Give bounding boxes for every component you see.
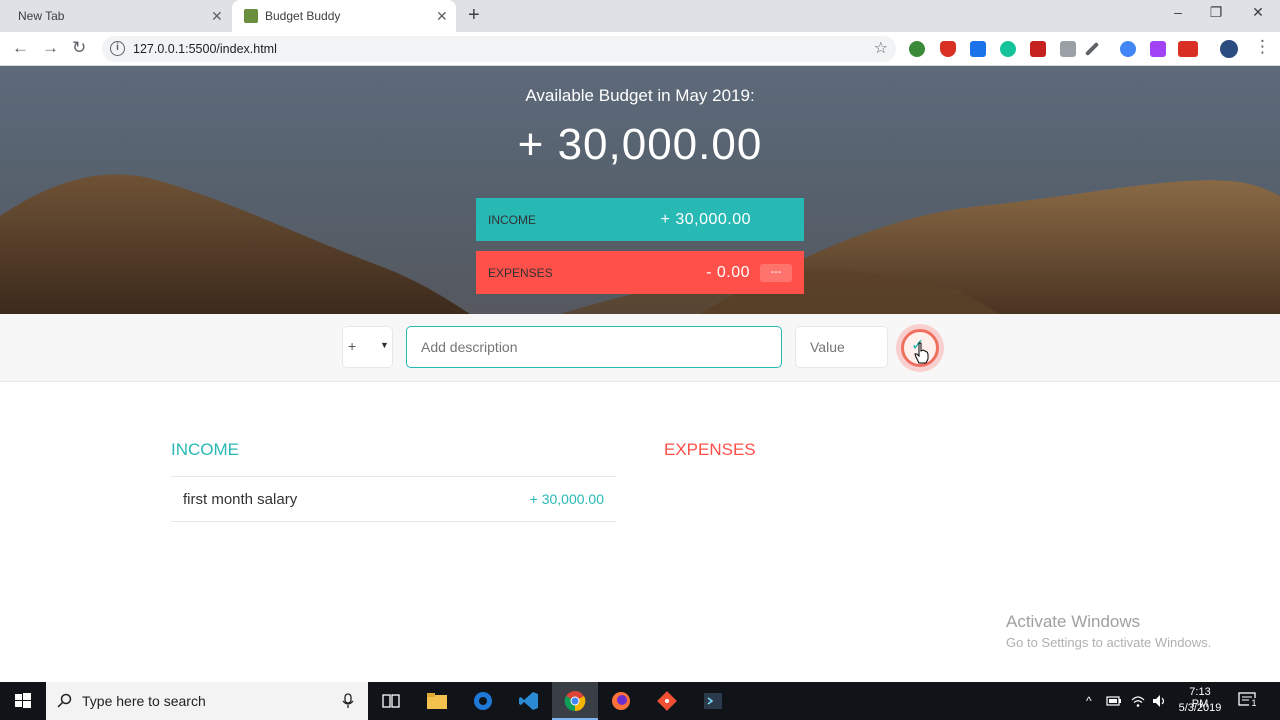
close-icon[interactable]: ✕ <box>211 8 223 25</box>
reload-icon[interactable]: ↻ <box>72 38 86 58</box>
profile-avatar[interactable] <box>1220 40 1238 58</box>
expenses-list: Expenses <box>664 440 1109 476</box>
bookmark-star-icon[interactable]: ☆ <box>874 38 888 58</box>
expenses-percentage: --- <box>760 263 792 282</box>
favicon-icon <box>244 9 258 23</box>
tray-chevron-up-icon[interactable]: ^ <box>1086 694 1092 708</box>
wifi-icon[interactable] <box>1130 694 1146 708</box>
microphone-icon[interactable] <box>342 693 354 709</box>
grammarly-icon[interactable] <box>1000 41 1016 57</box>
add-entry-bar: + ▼ ✓ <box>0 314 1280 382</box>
minimize-button[interactable]: – <box>1158 4 1198 20</box>
budget-value: + 30,000.00 <box>517 120 763 169</box>
list-item[interactable]: first month salary + 30,000.00 <box>171 476 616 522</box>
expenses-label: Expenses <box>488 265 553 280</box>
extension-icon[interactable] <box>1030 41 1046 57</box>
notification-center-button[interactable]: 1 <box>1238 692 1259 710</box>
expenses-value: - 0.00 <box>706 263 750 281</box>
activation-watermark-title: Activate Windows <box>1006 612 1141 631</box>
close-icon[interactable]: ✕ <box>436 8 448 25</box>
edge-icon[interactable] <box>472 690 494 712</box>
description-input[interactable] <box>406 326 782 368</box>
url-text: 127.0.0.1:5500/index.html <box>133 42 277 56</box>
menu-icon[interactable]: ⋮ <box>1254 37 1271 57</box>
activation-watermark-text: Go to Settings to activate Windows. <box>1006 635 1212 650</box>
vscode-icon[interactable] <box>518 690 540 712</box>
back-icon[interactable]: ← <box>12 38 29 58</box>
task-view-icon[interactable] <box>380 690 402 712</box>
tab-budget-buddy[interactable]: Budget Buddy ✕ <box>232 0 456 32</box>
search-icon <box>57 693 72 708</box>
terminal-icon[interactable] <box>702 690 724 712</box>
hand-cursor-icon <box>914 342 929 364</box>
shield-icon[interactable] <box>940 41 956 57</box>
windows-taskbar: Type here to search ^ 7:13 PM 5/3/2019 1 <box>0 682 1280 720</box>
tab-label: Budget Buddy <box>265 9 341 23</box>
extension-icon[interactable] <box>1120 41 1136 57</box>
income-list-title: Income <box>171 440 239 459</box>
file-explorer-icon[interactable] <box>426 690 448 712</box>
item-value: + 30,000.00 <box>529 491 604 507</box>
tab-new-tab[interactable]: New Tab ✕ <box>0 0 232 32</box>
address-bar[interactable]: i 127.0.0.1:5500/index.html ☆ <box>102 36 896 62</box>
search-placeholder: Type here to search <box>82 693 206 709</box>
extension-icon[interactable] <box>1150 41 1166 57</box>
income-summary: Income + 30,000.00 <box>476 198 804 241</box>
restore-button[interactable]: ❐ <box>1196 4 1236 21</box>
clock-date[interactable]: 5/3/2019 <box>1176 702 1224 714</box>
cube-icon[interactable] <box>1060 41 1076 57</box>
new-tab-button[interactable]: + <box>468 4 480 27</box>
value-input[interactable] <box>795 326 888 368</box>
battery-icon[interactable] <box>1106 695 1122 707</box>
chrome-taskbar-button[interactable] <box>552 682 598 720</box>
expenses-list-title: Expenses <box>664 440 756 459</box>
windows-start-icon[interactable] <box>0 682 46 720</box>
git-icon[interactable] <box>656 690 678 712</box>
extension-icon[interactable] <box>970 41 986 57</box>
type-select[interactable]: + ▼ <box>342 326 393 368</box>
notification-badge: 1 <box>1249 698 1259 709</box>
expenses-summary: Expenses - 0.00 --- <box>476 251 804 294</box>
browser-toolbar: ← → ↻ i 127.0.0.1:5500/index.html ☆ ⋮ <box>0 32 1280 66</box>
eyedropper-icon[interactable] <box>1084 41 1100 57</box>
extension-badge-icon[interactable] <box>1178 41 1198 57</box>
item-description: first month salary <box>183 490 298 508</box>
budget-title: Available Budget in May 2019: <box>525 86 755 105</box>
volume-icon[interactable] <box>1152 694 1168 708</box>
tab-label: New Tab <box>18 9 65 23</box>
taskbar-search[interactable]: Type here to search <box>46 682 368 720</box>
income-list: Income first month salary + 30,000.00 <box>171 440 616 522</box>
chrome-icon <box>564 691 586 712</box>
income-value: + 30,000.00 <box>660 210 751 228</box>
info-icon[interactable]: i <box>110 41 125 56</box>
firefox-icon[interactable] <box>610 690 632 712</box>
tab-strip: New Tab ✕ Budget Buddy ✕ + – ❐ ✕ <box>0 0 1280 32</box>
budget-header: Available Budget in May 2019: + 30,000.0… <box>0 66 1280 314</box>
forward-icon[interactable]: → <box>42 38 59 58</box>
extension-icon[interactable] <box>909 41 925 57</box>
income-label: Income <box>488 212 536 227</box>
chevron-down-icon: ▼ <box>380 340 389 350</box>
type-value: + <box>348 338 357 354</box>
close-window-button[interactable]: ✕ <box>1238 4 1278 21</box>
